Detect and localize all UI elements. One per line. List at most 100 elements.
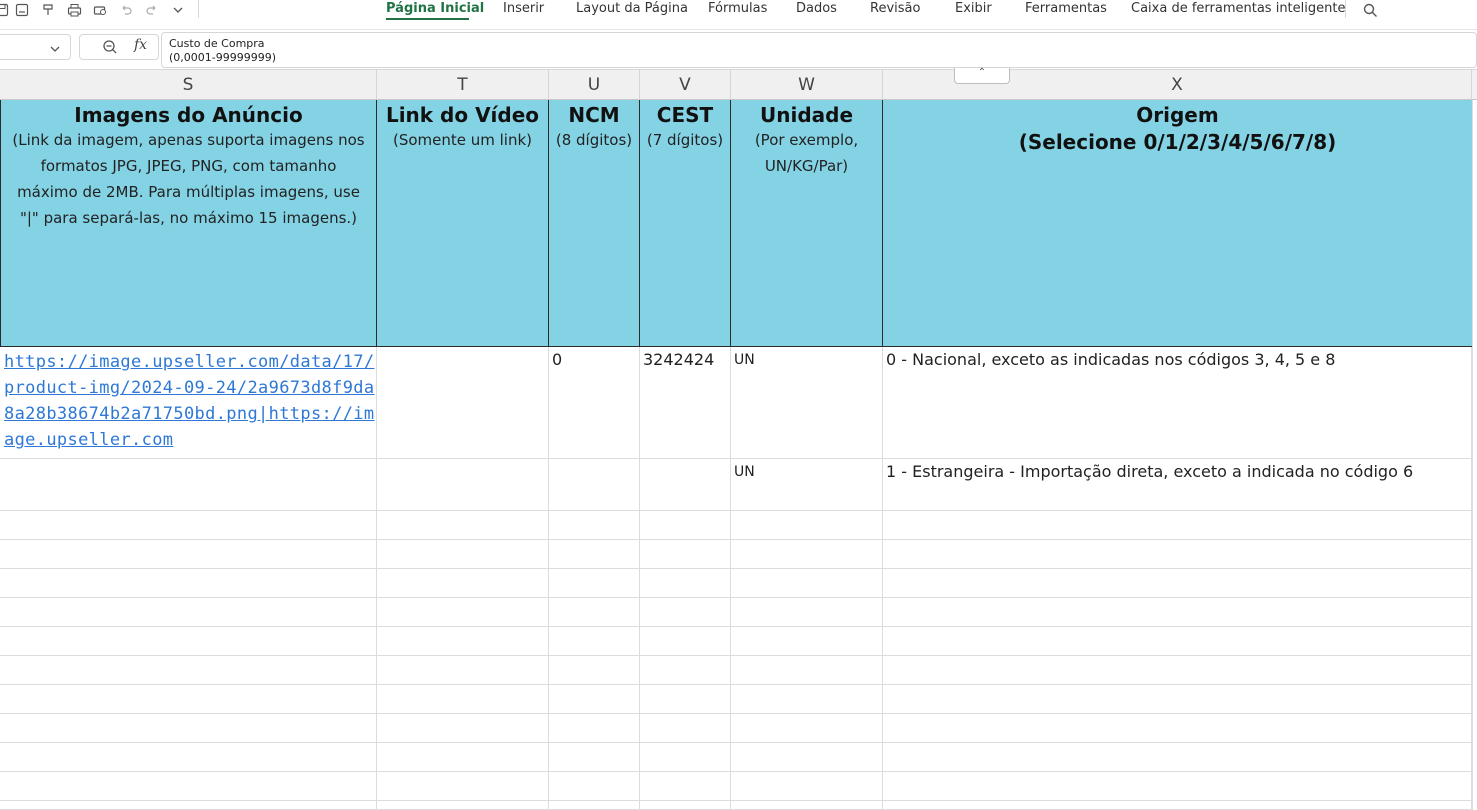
- search-icon[interactable]: [1360, 0, 1380, 20]
- cell-s-row13[interactable]: [0, 801, 377, 810]
- name-box[interactable]: [0, 34, 71, 60]
- tab-caixa-de-ferramentas[interactable]: Caixa de ferramentas inteligente: [1131, 0, 1345, 20]
- cell-w-row11[interactable]: [731, 743, 883, 772]
- undo-icon[interactable]: [116, 0, 136, 20]
- cell-w-row9[interactable]: [731, 685, 883, 714]
- collapse-ribbon-handle[interactable]: ⌃: [954, 68, 1010, 84]
- column-header-s[interactable]: S: [0, 70, 377, 100]
- cell-s-row5[interactable]: [0, 569, 377, 598]
- cell-x-row13[interactable]: [883, 801, 1472, 810]
- cell-t-row2[interactable]: [377, 459, 549, 511]
- cell-u-row7[interactable]: [549, 627, 640, 656]
- cell-x-row8[interactable]: [883, 656, 1472, 685]
- cell-s-row4[interactable]: [0, 540, 377, 569]
- cell-x-row12[interactable]: [883, 772, 1472, 801]
- cell-x-row2[interactable]: 1 - Estrangeira - Importação direta, exc…: [883, 459, 1472, 511]
- cell-w-row10[interactable]: [731, 714, 883, 743]
- cell-w-row3[interactable]: [731, 511, 883, 540]
- cell-t-row3[interactable]: [377, 511, 549, 540]
- tab-revisao[interactable]: Revisão: [870, 0, 920, 20]
- cell-u-row9[interactable]: [549, 685, 640, 714]
- cell-s-row2[interactable]: [0, 459, 377, 511]
- format-painter-icon[interactable]: [38, 0, 58, 20]
- cell-x-row11[interactable]: [883, 743, 1472, 772]
- cell-u-row13[interactable]: [549, 801, 640, 810]
- header-cell-imagens[interactable]: Imagens do Anúncio (Link da imagem, apen…: [0, 100, 377, 347]
- cell-u-row6[interactable]: [549, 598, 640, 627]
- save-as-icon[interactable]: [12, 0, 32, 20]
- cell-u-row10[interactable]: [549, 714, 640, 743]
- cell-u-row4[interactable]: [549, 540, 640, 569]
- cell-v-row1[interactable]: 3242424: [640, 347, 731, 459]
- cell-x-row7[interactable]: [883, 627, 1472, 656]
- cell-s-row12[interactable]: [0, 772, 377, 801]
- cell-t-row10[interactable]: [377, 714, 549, 743]
- cell-s-row9[interactable]: [0, 685, 377, 714]
- cell-x-row9[interactable]: [883, 685, 1472, 714]
- cell-x-row3[interactable]: [883, 511, 1472, 540]
- cell-w-row1[interactable]: UN: [731, 347, 883, 459]
- print-preview-icon[interactable]: [90, 0, 110, 20]
- tab-dados[interactable]: Dados: [796, 0, 837, 20]
- cell-u-row1[interactable]: 0: [549, 347, 640, 459]
- cell-w-row4[interactable]: [731, 540, 883, 569]
- header-cell-link-video[interactable]: Link do Vídeo (Somente um link): [377, 100, 549, 347]
- cell-s-row6[interactable]: [0, 598, 377, 627]
- column-header-u[interactable]: U: [549, 70, 640, 100]
- cell-t-row6[interactable]: [377, 598, 549, 627]
- cell-t-row1[interactable]: [377, 347, 549, 459]
- cell-v-row6[interactable]: [640, 598, 731, 627]
- cell-x-row5[interactable]: [883, 569, 1472, 598]
- chevron-down-icon[interactable]: [49, 40, 61, 59]
- cell-s-row3[interactable]: [0, 511, 377, 540]
- cell-t-row4[interactable]: [377, 540, 549, 569]
- cell-s-row10[interactable]: [0, 714, 377, 743]
- tab-ferramentas[interactable]: Ferramentas: [1025, 0, 1107, 20]
- cell-v-row3[interactable]: [640, 511, 731, 540]
- cell-u-row12[interactable]: [549, 772, 640, 801]
- cell-v-row10[interactable]: [640, 714, 731, 743]
- cell-w-row2[interactable]: UN: [731, 459, 883, 511]
- cell-u-row11[interactable]: [549, 743, 640, 772]
- cell-v-row12[interactable]: [640, 772, 731, 801]
- cell-v-row8[interactable]: [640, 656, 731, 685]
- more-chevron-icon[interactable]: [168, 0, 188, 20]
- tab-pagina-inicial[interactable]: Página Inicial: [386, 0, 484, 20]
- cell-x-row4[interactable]: [883, 540, 1472, 569]
- cell-v-row2[interactable]: [640, 459, 731, 511]
- column-header-w[interactable]: W: [731, 70, 883, 100]
- cell-w-row13[interactable]: [731, 801, 883, 810]
- image-link[interactable]: https://image.upseller.com/data/17/produ…: [0, 347, 376, 453]
- header-cell-unidade[interactable]: Unidade (Por exemplo, UN/KG/Par): [731, 100, 883, 347]
- tab-formulas[interactable]: Fórmulas: [708, 0, 767, 20]
- cell-s-row1[interactable]: https://image.upseller.com/data/17/produ…: [0, 347, 377, 459]
- cell-s-row11[interactable]: [0, 743, 377, 772]
- cell-w-row7[interactable]: [731, 627, 883, 656]
- cell-u-row8[interactable]: [549, 656, 640, 685]
- cell-u-row2[interactable]: [549, 459, 640, 511]
- cell-t-row12[interactable]: [377, 772, 549, 801]
- cell-u-row5[interactable]: [549, 569, 640, 598]
- cell-s-row7[interactable]: [0, 627, 377, 656]
- cell-v-row7[interactable]: [640, 627, 731, 656]
- cell-v-row13[interactable]: [640, 801, 731, 810]
- cell-t-row13[interactable]: [377, 801, 549, 810]
- column-header-v[interactable]: V: [640, 70, 731, 100]
- cell-s-row8[interactable]: [0, 656, 377, 685]
- header-cell-cest[interactable]: CEST (7 dígitos): [640, 100, 731, 347]
- cell-x-row1[interactable]: 0 - Nacional, exceto as indicadas nos có…: [883, 347, 1472, 459]
- insert-function-icon[interactable]: fx: [134, 37, 147, 53]
- cell-v-row11[interactable]: [640, 743, 731, 772]
- tab-exibir[interactable]: Exibir: [955, 0, 992, 20]
- cell-v-row4[interactable]: [640, 540, 731, 569]
- print-icon[interactable]: [64, 0, 84, 20]
- column-header-t[interactable]: T: [377, 70, 549, 100]
- cell-u-row3[interactable]: [549, 511, 640, 540]
- cell-w-row12[interactable]: [731, 772, 883, 801]
- save-icon[interactable]: [0, 0, 12, 20]
- redo-icon[interactable]: [142, 0, 162, 20]
- cell-t-row8[interactable]: [377, 656, 549, 685]
- cell-v-row5[interactable]: [640, 569, 731, 598]
- cell-w-row6[interactable]: [731, 598, 883, 627]
- cell-x-row6[interactable]: [883, 598, 1472, 627]
